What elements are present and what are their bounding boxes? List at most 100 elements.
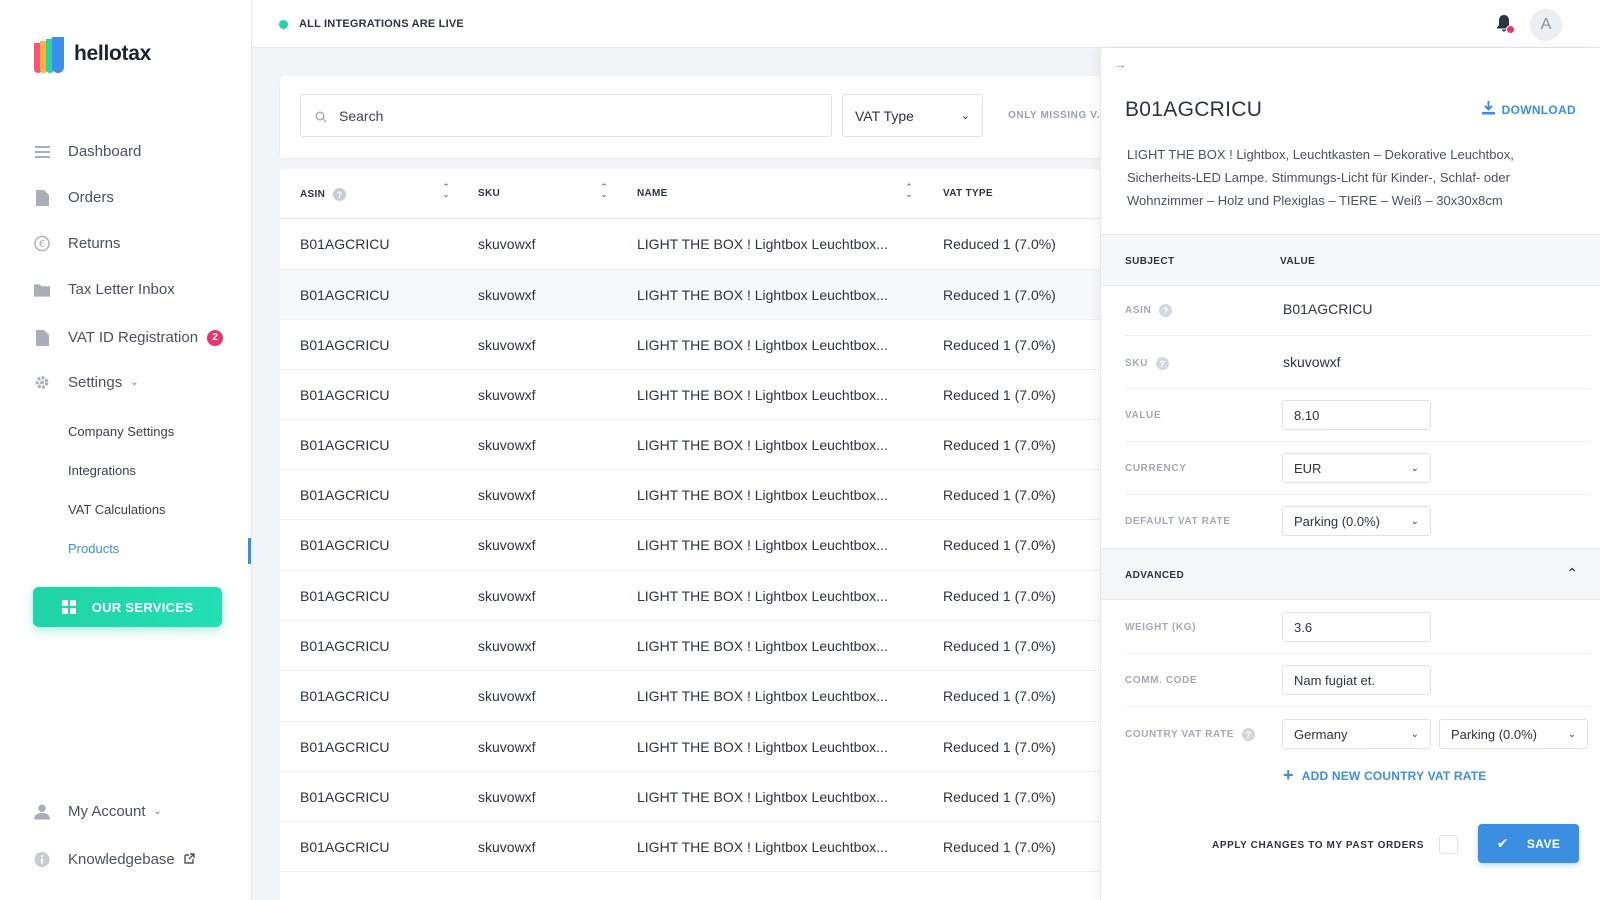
- asin-cell: B01AGCRICU: [300, 537, 390, 553]
- help-icon[interactable]: ?: [333, 188, 347, 201]
- plus-icon: +: [1283, 765, 1294, 785]
- avatar[interactable]: A: [1530, 9, 1562, 41]
- table-row[interactable]: B01AGCRICU skuvowxf LIGHT THE BOX ! Lightb…: [280, 320, 1100, 370]
- table-row[interactable]: B01AGCRICU skuvowxf LIGHT THE BOX ! Lightb…: [280, 270, 1100, 320]
- notifications-button[interactable]: [1495, 14, 1515, 34]
- asin-cell: B01AGCRICU: [300, 839, 390, 855]
- column-header-label: ASIN: [300, 189, 326, 200]
- search-icon: [315, 110, 327, 123]
- vat-type-cell: Reduced 1 (7.0%): [943, 789, 1056, 805]
- sort-icon[interactable]: ⌃ ⌄: [599, 183, 609, 199]
- table-row[interactable]: B01AGCRICU skuvowxf LIGHT THE BOX ! Lightb…: [280, 671, 1100, 722]
- value-input-text: 8.10: [1294, 407, 1320, 423]
- default-vat-rate-select[interactable]: Parking (0.0%) ⌄: [1282, 506, 1431, 536]
- our-services-button[interactable]: OUR SERVICES: [33, 587, 222, 627]
- comm-code-value: Nam fugiat et.: [1294, 672, 1375, 688]
- help-icon[interactable]: ?: [1159, 304, 1173, 317]
- sort-icon[interactable]: ⌃ ⌄: [904, 183, 914, 199]
- country-select[interactable]: Germany ⌄: [1282, 719, 1431, 749]
- table-row[interactable]: B01AGCRICU skuvowxf LIGHT THE BOX ! Lightb…: [280, 822, 1100, 872]
- table-row[interactable]: B01AGCRICU skuvowxf LIGHT THE BOX ! Lightb…: [280, 420, 1100, 470]
- weight-input[interactable]: 3.6: [1282, 612, 1431, 642]
- country-rate-select[interactable]: Parking (0.0%) ⌄: [1439, 719, 1588, 749]
- value-label: VALUE: [1125, 410, 1162, 421]
- sidebar-item-tax-letter-inbox[interactable]: Tax Letter Inbox: [34, 281, 175, 298]
- name-cell: LIGHT THE BOX ! Lightbox Leuchtbox...: [637, 638, 888, 654]
- table-row[interactable]: B01AGCRICU skuvowxf LIGHT THE BOX ! Lightb…: [280, 520, 1100, 571]
- asin-cell: B01AGCRICU: [300, 688, 390, 704]
- column-header-label: VAT TYPE: [943, 188, 993, 199]
- status-dot-icon: [279, 19, 288, 29]
- name-cell: LIGHT THE BOX ! Lightbox Leuchtbox...: [637, 287, 888, 303]
- divider: [1125, 335, 1591, 336]
- sidebar-item-label: My Account: [68, 803, 146, 820]
- value-input[interactable]: 8.10: [1282, 400, 1431, 430]
- column-header-sku[interactable]: SKU: [478, 188, 500, 199]
- integration-status: ALL INTEGRATIONS ARE LIVE: [279, 18, 464, 30]
- arrow-right-icon[interactable]: →: [1113, 56, 1127, 72]
- sidebar-subitem-company-settings[interactable]: Company Settings: [68, 424, 174, 439]
- sidebar-item-returns[interactable]: € Returns: [34, 235, 121, 252]
- field-label-text: SKU: [1125, 358, 1148, 369]
- table-row[interactable]: B01AGCRICU skuvowxf LIGHT THE BOX ! Lightb…: [280, 219, 1100, 270]
- table-header: ASIN ? ⌃ ⌄ SKU ⌃ ⌄ NAME ⌃ ⌄ VAT TYPE: [280, 169, 1100, 219]
- chevron-down-icon: ⌄: [130, 377, 139, 388]
- sku-cell: skuvowxf: [478, 387, 536, 403]
- table-row[interactable]: B01AGCRICU skuvowxf LIGHT THE BOX ! Lightb…: [280, 772, 1100, 822]
- column-header-name[interactable]: NAME: [637, 188, 668, 199]
- asin-cell: B01AGCRICU: [300, 387, 390, 403]
- search-box[interactable]: [300, 94, 832, 137]
- sidebar-item-orders[interactable]: Orders: [34, 189, 114, 206]
- app-name: hellotax: [74, 42, 151, 65]
- sidebar-item-label: Returns: [68, 235, 121, 252]
- sidebar-item-knowledgebase[interactable]: Knowledgebase: [34, 851, 195, 868]
- external-link-icon: [184, 851, 195, 868]
- help-icon[interactable]: ?: [1242, 728, 1256, 741]
- download-button[interactable]: DOWNLOAD: [1481, 101, 1576, 118]
- sku-cell: skuvowxf: [478, 739, 536, 755]
- logo[interactable]: hellotax: [34, 33, 151, 75]
- help-icon[interactable]: ?: [1155, 357, 1169, 370]
- table-row[interactable]: B01AGCRICU skuvowxf LIGHT THE BOX ! Lightb…: [280, 722, 1100, 772]
- currency-value: EUR: [1294, 460, 1322, 476]
- asin-cell: B01AGCRICU: [300, 588, 390, 604]
- asin-cell: B01AGCRICU: [300, 638, 390, 654]
- advanced-section-header[interactable]: ADVANCED ⌃: [1101, 548, 1600, 600]
- sku-cell: skuvowxf: [478, 236, 536, 252]
- chevron-up-icon[interactable]: ⌃: [1566, 565, 1578, 582]
- sku-cell: skuvowxf: [478, 487, 536, 503]
- chevron-down-icon: ⌄: [1410, 462, 1419, 474]
- sidebar-item-vat-id-registration[interactable]: VAT ID Registration 2: [34, 329, 224, 346]
- vat-type-value: VAT Type: [855, 107, 914, 124]
- name-cell: LIGHT THE BOX ! Lightbox Leuchtbox...: [637, 688, 888, 704]
- save-button[interactable]: ✔ SAVE: [1478, 824, 1579, 863]
- notification-dot: [1506, 25, 1515, 34]
- table-row[interactable]: B01AGCRICU skuvowxf LIGHT THE BOX ! Lightb…: [280, 370, 1100, 420]
- table-row[interactable]: B01AGCRICU skuvowxf LIGHT THE BOX ! Lightb…: [280, 470, 1100, 520]
- download-label: DOWNLOAD: [1501, 102, 1576, 117]
- comm-code-input[interactable]: Nam fugiat et.: [1282, 665, 1431, 695]
- table-row[interactable]: B01AGCRICU skuvowxf LIGHT THE BOX ! Lightb…: [280, 571, 1100, 621]
- sidebar-item-my-account[interactable]: My Account ⌄: [34, 803, 162, 820]
- sidebar-item-label: VAT ID Registration: [68, 329, 199, 346]
- sidebar-subitem-products[interactable]: Products: [68, 541, 119, 556]
- sidebar-item-label: Knowledgebase: [68, 851, 175, 868]
- column-header-asin[interactable]: ASIN ?: [300, 188, 347, 201]
- vat-type-cell: Reduced 1 (7.0%): [943, 588, 1056, 604]
- only-missing-toggle[interactable]: ONLY MISSING V...: [1008, 110, 1107, 121]
- sort-icon[interactable]: ⌃ ⌄: [441, 183, 451, 199]
- sidebar-subitem-integrations[interactable]: Integrations: [68, 463, 136, 478]
- apply-changes-checkbox[interactable]: [1439, 835, 1458, 854]
- column-header-vat-type[interactable]: VAT TYPE: [943, 188, 993, 199]
- chevron-down-icon: ⌄: [960, 110, 970, 122]
- status-text: ALL INTEGRATIONS ARE LIVE: [299, 18, 464, 30]
- add-country-vat-rate-button[interactable]: + ADD NEW COUNTRY VAT RATE: [1283, 765, 1487, 786]
- search-input[interactable]: [339, 107, 819, 124]
- sidebar-subitem-vat-calculations[interactable]: VAT Calculations: [68, 502, 166, 517]
- sku-cell: skuvowxf: [478, 588, 536, 604]
- vat-type-select[interactable]: VAT Type ⌄: [842, 94, 983, 137]
- sidebar-item-settings[interactable]: Settings ⌄: [34, 374, 139, 391]
- table-row[interactable]: B01AGCRICU skuvowxf LIGHT THE BOX ! Lightb…: [280, 621, 1100, 671]
- currency-select[interactable]: EUR ⌄: [1282, 453, 1431, 483]
- sidebar-item-dashboard[interactable]: Dashboard: [34, 143, 141, 160]
